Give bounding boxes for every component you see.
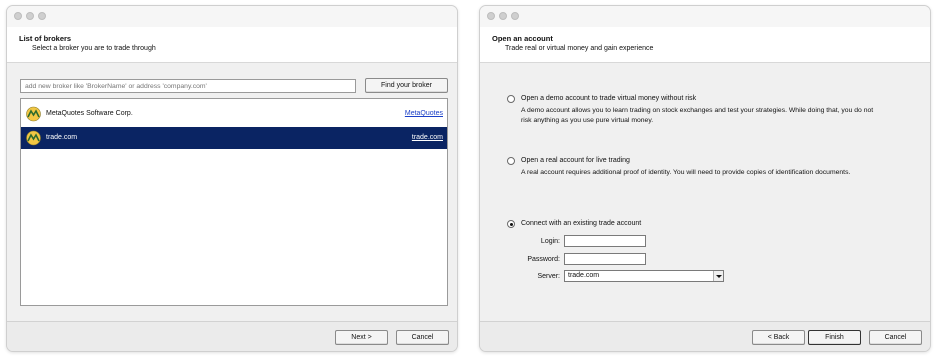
demo-account-radio[interactable] (507, 95, 515, 103)
broker-row-trade-com[interactable]: trade.com trade.com (21, 127, 447, 149)
page-title: List of brokers (19, 34, 72, 43)
existing-account-label[interactable]: Connect with an existing trade account (521, 220, 641, 227)
metaquotes-logo-icon (26, 106, 41, 122)
demo-account-label[interactable]: Open a demo account to trade virtual mon… (521, 95, 696, 102)
password-label: Password: (527, 256, 560, 263)
title-bar (7, 6, 457, 27)
broker-name: MetaQuotes Software Corp. (46, 110, 133, 117)
close-icon[interactable] (487, 12, 495, 20)
chevron-down-icon[interactable] (713, 271, 723, 281)
wizard-header: List of brokers Select a broker you are … (7, 27, 457, 63)
cancel-button[interactable]: Cancel (396, 330, 449, 345)
title-bar (480, 6, 930, 27)
broker-link[interactable]: trade.com (412, 134, 443, 141)
demo-account-description-2: risk anything as you use pure virtual mo… (521, 117, 654, 124)
wizard-header: Open an account Trade real or virtual mo… (480, 27, 930, 63)
cancel-button[interactable]: Cancel (869, 330, 922, 345)
close-icon[interactable] (14, 12, 22, 20)
demo-account-description: A demo account allows you to learn tradi… (521, 107, 874, 114)
finish-button[interactable]: Finish (808, 330, 861, 345)
page-title: Open an account (492, 34, 553, 43)
minimize-icon[interactable] (26, 12, 34, 20)
wizard-footer: Next > Cancel (7, 321, 457, 351)
minimize-icon[interactable] (499, 12, 507, 20)
login-label: Login: (540, 238, 560, 245)
find-broker-button[interactable]: Find your broker (365, 78, 448, 93)
broker-name: trade.com (46, 134, 78, 141)
real-account-radio[interactable] (507, 157, 515, 165)
server-label: Server: (537, 273, 560, 280)
server-value: trade.com (568, 272, 600, 279)
account-window: Open an account Trade real or virtual mo… (479, 5, 931, 352)
page-subtitle: Trade real or virtual money and gain exp… (505, 45, 654, 52)
next-button[interactable]: Next > (335, 330, 388, 345)
server-select[interactable]: trade.com (564, 270, 724, 282)
back-button[interactable]: < Back (752, 330, 805, 345)
wizard-footer: < Back Finish Cancel (480, 321, 930, 351)
broker-search-input[interactable] (20, 79, 356, 93)
maximize-icon[interactable] (511, 12, 519, 20)
real-account-label[interactable]: Open a real account for live trading (521, 157, 630, 164)
page-subtitle: Select a broker you are to trade through (32, 45, 156, 52)
real-account-description: A real account requires additional proof… (521, 169, 851, 176)
brokers-window: List of brokers Select a broker you are … (6, 5, 458, 352)
login-field[interactable] (564, 235, 646, 247)
broker-link[interactable]: MetaQuotes (405, 110, 443, 117)
existing-account-radio[interactable] (507, 220, 515, 228)
broker-row-metaquotes[interactable]: MetaQuotes Software Corp. MetaQuotes (21, 103, 447, 125)
broker-list: MetaQuotes Software Corp. MetaQuotes tra… (20, 98, 448, 306)
metaquotes-logo-icon (26, 130, 41, 146)
password-field[interactable] (564, 253, 646, 265)
maximize-icon[interactable] (38, 12, 46, 20)
